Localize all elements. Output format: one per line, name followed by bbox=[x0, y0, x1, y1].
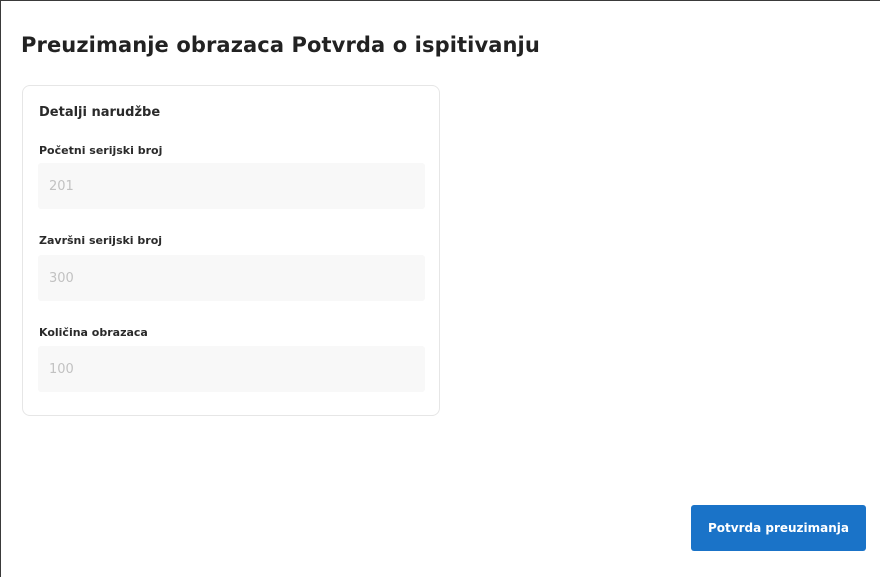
start-serial-label: Početni serijski broj bbox=[39, 144, 163, 157]
card-title: Detalji narudžbe bbox=[39, 105, 161, 120]
end-serial-label: Završni serijski broj bbox=[39, 234, 163, 247]
page-title: Preuzimanje obrazaca Potvrda o ispitivan… bbox=[21, 33, 540, 57]
confirm-download-button[interactable]: Potvrda preuzimanja bbox=[691, 505, 866, 551]
order-details-card: Detalji narudžbe Početni serijski broj Z… bbox=[22, 85, 440, 416]
form-quantity-label: Količina obrazaca bbox=[39, 326, 148, 339]
start-serial-field[interactable] bbox=[38, 163, 425, 209]
page-root: Preuzimanje obrazaca Potvrda o ispitivan… bbox=[0, 0, 880, 577]
end-serial-field[interactable] bbox=[38, 255, 425, 301]
form-quantity-field[interactable] bbox=[38, 346, 425, 392]
